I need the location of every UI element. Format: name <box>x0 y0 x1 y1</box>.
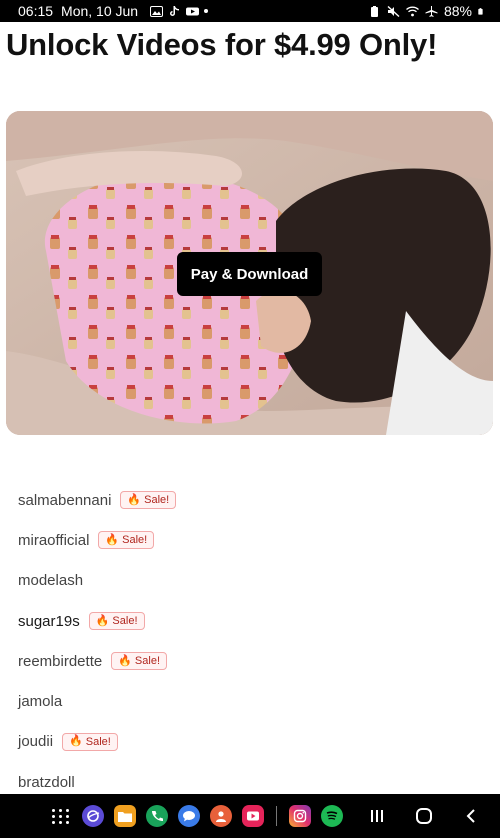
sale-badge: 🔥 Sale! <box>111 652 167 671</box>
video-thumbnail[interactable]: Pay & Download <box>6 111 493 435</box>
navigation-bar <box>0 794 500 838</box>
fire-icon: 🔥 <box>105 533 120 546</box>
sale-badge: 🔥 Sale! <box>62 732 118 751</box>
creator-name[interactable]: joudii <box>18 733 53 750</box>
files-icon[interactable] <box>114 805 136 827</box>
instagram-icon[interactable] <box>289 805 311 827</box>
list-item[interactable]: sugar19s 🔥 Sale! <box>18 601 478 641</box>
recents-icon[interactable] <box>369 808 385 824</box>
spotify-icon[interactable] <box>321 805 343 827</box>
list-item[interactable]: miraofficial 🔥 Sale! <box>18 520 478 560</box>
internet-icon[interactable] <box>82 805 104 827</box>
sale-label: Sale! <box>85 735 111 748</box>
creator-name[interactable]: bratzdoll <box>18 774 75 791</box>
tiktok-icon <box>170 5 180 16</box>
list-item[interactable]: jamola <box>18 681 478 721</box>
list-item[interactable]: joudii 🔥 Sale! <box>18 722 478 762</box>
sale-label: Sale! <box>112 615 138 628</box>
sale-badge: 🔥 Sale! <box>88 612 145 631</box>
home-icon[interactable] <box>415 807 433 825</box>
list-item[interactable]: modelash <box>18 561 478 601</box>
dock-divider <box>276 806 277 826</box>
creator-name[interactable]: modelash <box>18 572 83 589</box>
sale-label: Sale! <box>122 534 148 547</box>
contacts-icon[interactable] <box>210 805 232 827</box>
gallery-icon <box>150 5 164 17</box>
status-time: 06:15 <box>18 3 54 19</box>
fire-icon: 🔥 <box>95 614 110 627</box>
sale-badge: 🔥 Sale! <box>120 491 177 510</box>
creator-name[interactable]: salmabennani <box>18 492 111 509</box>
creator-name[interactable]: sugar19s <box>18 613 80 630</box>
system-navigation <box>369 807 479 825</box>
creator-name[interactable]: jamola <box>18 693 62 710</box>
battery-icon <box>478 7 483 15</box>
youtube-icon <box>186 7 200 15</box>
notification-dot-icon <box>204 9 209 13</box>
app-dock <box>50 805 343 827</box>
mute-icon <box>387 5 400 17</box>
fire-icon: 🔥 <box>118 654 132 667</box>
airplane-icon <box>425 5 438 17</box>
messages-icon[interactable] <box>178 805 200 827</box>
fire-icon: 🔥 <box>127 493 142 506</box>
creator-name[interactable]: miraofficial <box>18 532 89 549</box>
pay-download-button[interactable]: Pay & Download <box>177 252 322 296</box>
status-bar: 06:15 Mon, 10 Jun 88% <box>0 0 500 22</box>
battery-percent: 88% <box>443 3 472 19</box>
list-item[interactable]: reembirdette 🔥 Sale! <box>18 641 478 681</box>
sale-label: Sale! <box>134 655 160 668</box>
page-title: Unlock Videos for $4.99 Only! <box>6 27 438 62</box>
battery-saver-icon <box>370 5 378 17</box>
fire-icon: 🔥 <box>69 735 83 748</box>
back-icon[interactable] <box>463 808 479 824</box>
sale-label: Sale! <box>144 494 170 507</box>
app-drawer-icon[interactable] <box>50 805 72 827</box>
list-item[interactable]: salmabennani 🔥 Sale! <box>18 480 478 520</box>
creator-name[interactable]: reembirdette <box>18 653 102 670</box>
wifi-icon <box>406 6 419 16</box>
phone-icon[interactable] <box>146 805 168 827</box>
sale-badge: 🔥 Sale! <box>98 531 155 550</box>
creator-list: salmabennani 🔥 Sale! miraofficial 🔥 Sale! … <box>18 480 478 802</box>
status-date: Mon, 10 Jun <box>61 3 139 19</box>
youtube-icon[interactable] <box>242 805 264 827</box>
